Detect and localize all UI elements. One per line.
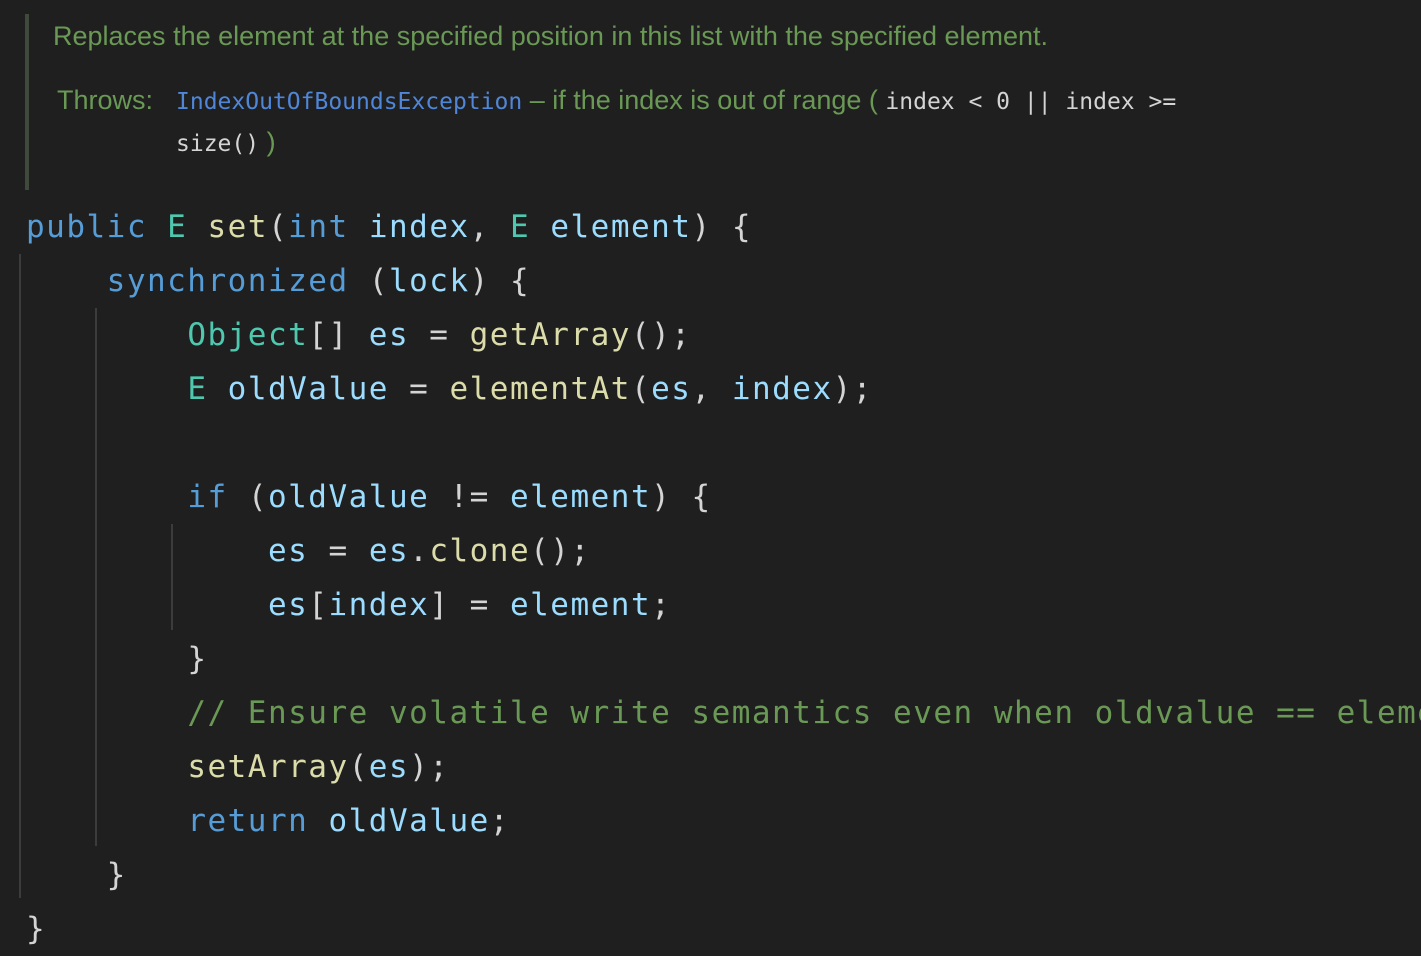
brace-close: }	[106, 857, 127, 893]
call-parens: ();	[630, 317, 692, 353]
throws-size-code: size()	[176, 131, 260, 157]
brace-close: }	[187, 641, 208, 677]
bracket-open: [	[308, 587, 329, 623]
paren-open: (	[348, 749, 369, 785]
code-line-if-close: }	[26, 632, 1416, 686]
operator-assign: =	[328, 533, 349, 569]
throws-range-text: – if the index is out of range (	[522, 85, 886, 115]
operator-assign: =	[429, 317, 450, 353]
var-oldValue: oldValue	[227, 371, 389, 407]
call-elementAt: elementAt	[449, 371, 631, 407]
call-setArray: setArray	[187, 749, 349, 785]
type-object: Object	[187, 317, 309, 353]
brace-open: {	[731, 209, 753, 245]
code-line-old-value: E oldValue = elementAt(es, index);	[26, 362, 1416, 416]
code-line-set-array: setArray(es);	[26, 740, 1416, 794]
arg-index: index	[731, 371, 833, 407]
semicolon: ;	[651, 587, 672, 623]
comma: ,	[469, 209, 490, 245]
operator-not-equal: !=	[449, 479, 490, 515]
throws-condition-code: index < 0 || index >=	[885, 89, 1177, 115]
array-brackets: []	[308, 317, 349, 353]
code-line-synchronized: synchronized (lock) {	[26, 254, 1416, 308]
paren-close: );	[832, 371, 873, 407]
var-element: element	[509, 587, 652, 623]
arg-es: es	[368, 749, 410, 785]
type-E: E	[167, 209, 188, 245]
var-oldValue: oldValue	[267, 479, 430, 515]
operator-assign: =	[469, 587, 490, 623]
arg-es: es	[651, 371, 692, 407]
brace-open: {	[509, 263, 531, 299]
code-line-method-close: }	[26, 902, 1416, 956]
throws-description: IndexOutOfBoundsException – if the index…	[176, 82, 1256, 166]
code-editor[interactable]: public E set(int index, E element) { syn…	[26, 200, 1421, 956]
type-E: E	[187, 371, 208, 407]
code-line-comment: // Ensure volatile write semantics even …	[26, 686, 1421, 740]
paren-open: (	[368, 263, 389, 299]
var-es: es	[267, 587, 309, 623]
semicolon: ;	[489, 803, 510, 839]
brace-close: }	[26, 911, 47, 947]
keyword-public: public	[26, 209, 147, 245]
operator-assign: =	[409, 371, 430, 407]
call-clone: clone	[429, 533, 531, 569]
param-index: index	[368, 209, 470, 245]
dot: .	[409, 533, 430, 569]
code-line-method-signature: public E set(int index, E element) {	[26, 200, 1416, 254]
code-line-return: return oldValue;	[26, 794, 1416, 848]
throws-close-paren: )	[259, 127, 276, 157]
code-line-if: if (oldValue != element) {	[26, 470, 1416, 524]
method-name-set: set	[207, 209, 268, 245]
comma: ,	[691, 371, 712, 407]
keyword-return: return	[187, 803, 309, 839]
var-es: es	[368, 533, 410, 569]
paren-open: (	[630, 371, 652, 407]
javadoc-border	[25, 14, 29, 190]
indent-guide-method	[19, 254, 21, 898]
call-getArray: getArray	[469, 317, 631, 353]
code-line-get-array: Object[] es = getArray();	[26, 308, 1416, 362]
code-line-clone: es = es.clone();	[26, 524, 1416, 578]
call-parens: ();	[530, 533, 591, 569]
paren-close: )	[691, 209, 712, 245]
throws-line-1: IndexOutOfBoundsException – if the index…	[176, 82, 1256, 124]
throws-label: Throws:	[57, 85, 154, 115]
paren-open: (	[247, 479, 268, 515]
throws-line-2: size() )	[176, 124, 1256, 166]
code-comment: // Ensure volatile write semantics even …	[187, 695, 1421, 731]
code-line-synchronized-close: }	[26, 848, 1416, 902]
var-element: element	[509, 479, 652, 515]
code-line-assign-element: es[index] = element;	[26, 578, 1416, 632]
keyword-if: if	[187, 479, 228, 515]
var-oldValue: oldValue	[328, 803, 490, 839]
var-es: es	[368, 317, 410, 353]
keyword-synchronized: synchronized	[106, 263, 349, 299]
paren-close: )	[651, 479, 672, 515]
paren-open: (	[268, 209, 289, 245]
bracket-close: ]	[429, 587, 450, 623]
javadoc-summary: Replaces the element at the specified po…	[53, 21, 1049, 51]
var-es: es	[267, 533, 309, 569]
type-E-2: E	[510, 209, 531, 245]
paren-close: )	[469, 263, 490, 299]
exception-link[interactable]: IndexOutOfBoundsException	[176, 89, 522, 115]
paren-close: );	[409, 749, 450, 785]
var-lock: lock	[388, 263, 470, 299]
var-index: index	[328, 587, 430, 623]
brace-open: {	[691, 479, 712, 515]
param-element: element	[550, 209, 692, 245]
keyword-int: int	[288, 209, 349, 245]
